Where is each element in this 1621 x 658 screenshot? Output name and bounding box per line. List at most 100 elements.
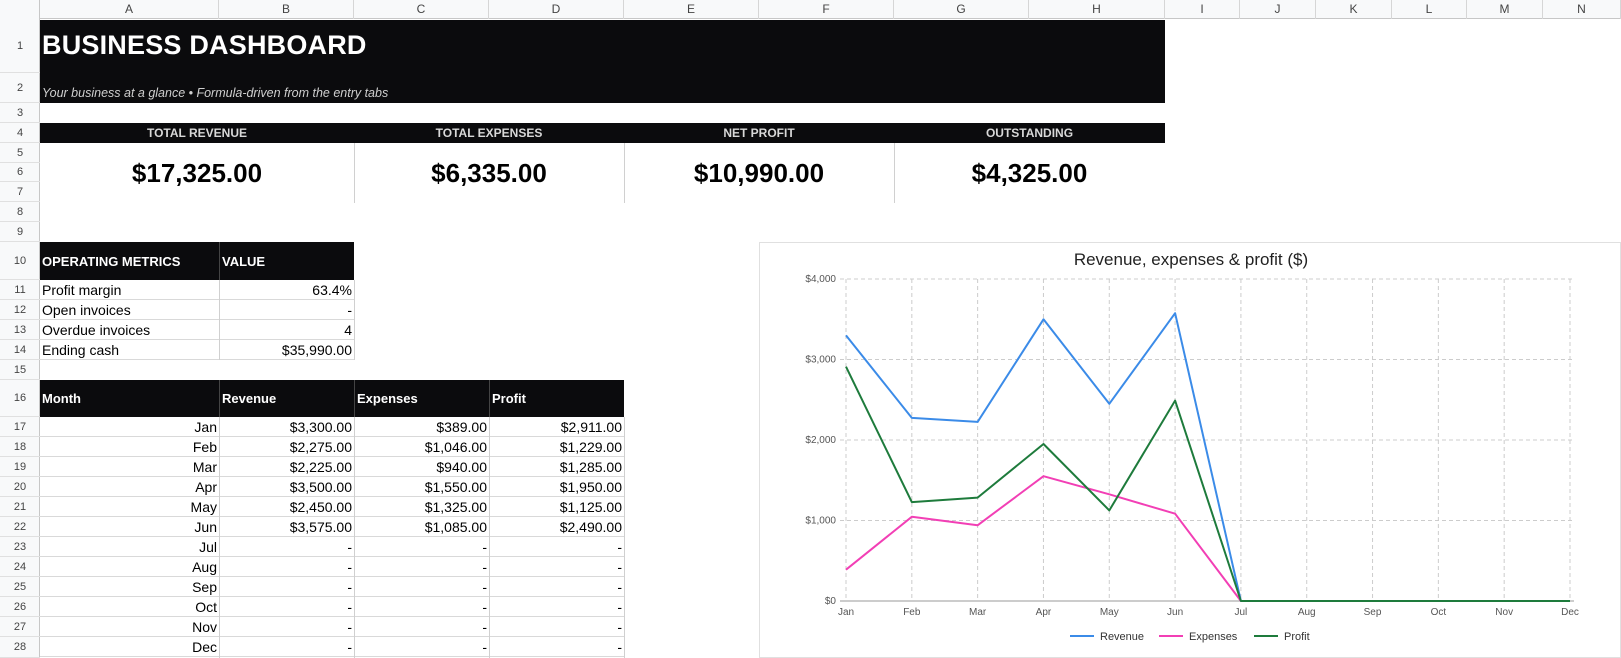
column-header-k[interactable]: K: [1316, 0, 1392, 19]
row-header-11[interactable]: 11: [0, 280, 40, 300]
row-header-17[interactable]: 17: [0, 417, 40, 437]
legend-label-expenses[interactable]: Expenses: [1189, 631, 1238, 643]
row-header-25[interactable]: 25: [0, 577, 40, 597]
row-header-8[interactable]: 8: [0, 202, 40, 222]
monthly-cell-expenses[interactable]: -: [354, 577, 489, 597]
monthly-cell-expenses[interactable]: -: [354, 557, 489, 577]
monthly-cell-revenue[interactable]: -: [219, 557, 354, 577]
monthly-cell-month[interactable]: Feb: [40, 437, 219, 457]
kpi-value-0[interactable]: $17,325.00: [40, 143, 354, 203]
row-header-14[interactable]: 14: [0, 340, 40, 360]
metric-label[interactable]: Profit margin: [40, 280, 219, 300]
row-header-18[interactable]: 18: [0, 437, 40, 457]
monthly-cell-revenue[interactable]: -: [219, 537, 354, 557]
metrics-header-value[interactable]: VALUE: [219, 242, 354, 280]
metric-value[interactable]: 63.4%: [219, 280, 354, 300]
monthly-cell-profit[interactable]: -: [489, 577, 624, 597]
monthly-header-expenses[interactable]: Expenses: [354, 380, 489, 417]
monthly-cell-revenue[interactable]: -: [219, 617, 354, 637]
monthly-cell-revenue[interactable]: -: [219, 577, 354, 597]
column-header-c[interactable]: C: [354, 0, 489, 19]
monthly-cell-expenses[interactable]: $1,085.00: [354, 517, 489, 537]
monthly-cell-expenses[interactable]: $389.00: [354, 417, 489, 437]
monthly-cell-month[interactable]: Oct: [40, 597, 219, 617]
monthly-cell-expenses[interactable]: -: [354, 597, 489, 617]
metric-value[interactable]: 4: [219, 320, 354, 340]
kpi-value-3[interactable]: $4,325.00: [894, 143, 1165, 203]
monthly-cell-revenue[interactable]: -: [219, 637, 354, 657]
monthly-cell-month[interactable]: Aug: [40, 557, 219, 577]
column-header-l[interactable]: L: [1392, 0, 1467, 19]
legend-label-revenue[interactable]: Revenue: [1100, 631, 1144, 643]
legend-label-profit[interactable]: Profit: [1284, 631, 1310, 643]
monthly-cell-profit[interactable]: -: [489, 637, 624, 657]
column-header-a[interactable]: A: [40, 0, 219, 19]
row-header-12[interactable]: 12: [0, 300, 40, 320]
monthly-cell-revenue[interactable]: $3,300.00: [219, 417, 354, 437]
row-header-4[interactable]: 4: [0, 123, 40, 143]
row-header-6[interactable]: 6: [0, 163, 40, 182]
metric-label[interactable]: Open invoices: [40, 300, 219, 320]
monthly-cell-expenses[interactable]: $1,046.00: [354, 437, 489, 457]
column-header-d[interactable]: D: [489, 0, 624, 19]
monthly-cell-expenses[interactable]: -: [354, 617, 489, 637]
title-banner[interactable]: BUSINESS DASHBOARD Your business at a gl…: [40, 20, 1165, 103]
monthly-cell-expenses[interactable]: -: [354, 637, 489, 657]
row-header-26[interactable]: 26: [0, 597, 40, 617]
monthly-header-revenue[interactable]: Revenue: [219, 380, 354, 417]
row-header-7[interactable]: 7: [0, 182, 40, 202]
row-header-2[interactable]: 2: [0, 73, 40, 103]
column-header-n[interactable]: N: [1543, 0, 1621, 19]
monthly-cell-month[interactable]: Nov: [40, 617, 219, 637]
row-header-19[interactable]: 19: [0, 457, 40, 477]
monthly-cell-profit[interactable]: $1,125.00: [489, 497, 624, 517]
column-header-h[interactable]: H: [1029, 0, 1165, 19]
row-header-21[interactable]: 21: [0, 497, 40, 517]
monthly-cell-expenses[interactable]: $940.00: [354, 457, 489, 477]
metric-label[interactable]: Ending cash: [40, 340, 219, 360]
series-line-profit[interactable]: [845, 366, 1570, 602]
monthly-cell-revenue[interactable]: $3,500.00: [219, 477, 354, 497]
monthly-cell-revenue[interactable]: -: [219, 597, 354, 617]
monthly-cell-revenue[interactable]: $2,225.00: [219, 457, 354, 477]
row-header-1[interactable]: 1: [0, 20, 40, 73]
row-header-27[interactable]: 27: [0, 617, 40, 637]
monthly-cell-month[interactable]: Mar: [40, 457, 219, 477]
kpi-value-2[interactable]: $10,990.00: [624, 143, 894, 203]
column-header-b[interactable]: B: [219, 0, 354, 19]
column-header-i[interactable]: I: [1165, 0, 1240, 19]
monthly-cell-expenses[interactable]: -: [354, 537, 489, 557]
column-header-g[interactable]: G: [894, 0, 1029, 19]
monthly-cell-month[interactable]: Dec: [40, 637, 219, 657]
row-header-5[interactable]: 5: [0, 143, 40, 163]
monthly-cell-profit[interactable]: -: [489, 557, 624, 577]
monthly-cell-profit[interactable]: -: [489, 537, 624, 557]
row-header-3[interactable]: 3: [0, 103, 40, 123]
row-header-22[interactable]: 22: [0, 517, 40, 537]
monthly-cell-profit[interactable]: $1,229.00: [489, 437, 624, 457]
row-header-10[interactable]: 10: [0, 242, 40, 280]
monthly-cell-revenue[interactable]: $3,575.00: [219, 517, 354, 537]
column-header-m[interactable]: M: [1467, 0, 1543, 19]
row-header-20[interactable]: 20: [0, 477, 40, 497]
kpi-value-1[interactable]: $6,335.00: [354, 143, 624, 203]
monthly-cell-profit[interactable]: $2,490.00: [489, 517, 624, 537]
column-header-j[interactable]: J: [1240, 0, 1316, 19]
monthly-cell-month[interactable]: May: [40, 497, 219, 517]
monthly-cell-month[interactable]: Jan: [40, 417, 219, 437]
select-all-corner[interactable]: [0, 0, 40, 19]
metric-value[interactable]: $35,990.00: [219, 340, 354, 360]
row-header-28[interactable]: 28: [0, 637, 40, 658]
monthly-cell-revenue[interactable]: $2,275.00: [219, 437, 354, 457]
metric-label[interactable]: Overdue invoices: [40, 320, 219, 340]
monthly-cell-expenses[interactable]: $1,550.00: [354, 477, 489, 497]
monthly-header-profit[interactable]: Profit: [489, 380, 624, 417]
column-header-e[interactable]: E: [624, 0, 759, 19]
monthly-cell-profit[interactable]: $2,911.00: [489, 417, 624, 437]
series-line-expenses[interactable]: [845, 475, 1570, 602]
column-header-f[interactable]: F: [759, 0, 894, 19]
monthly-cell-month[interactable]: Jun: [40, 517, 219, 537]
monthly-cell-profit[interactable]: $1,950.00: [489, 477, 624, 497]
monthly-cell-profit[interactable]: -: [489, 617, 624, 637]
row-header-13[interactable]: 13: [0, 320, 40, 340]
